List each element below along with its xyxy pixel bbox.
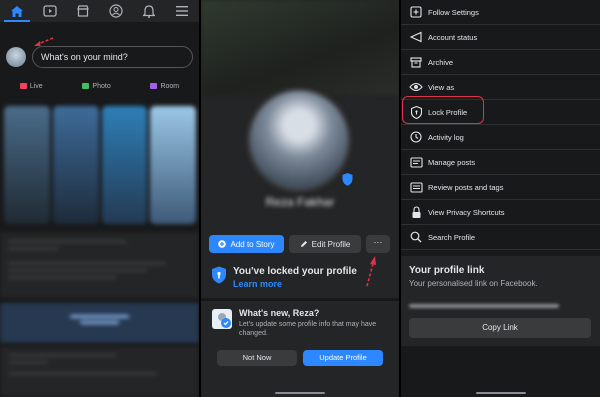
live-button[interactable]: Live	[19, 78, 43, 94]
stories-tray	[4, 106, 196, 224]
pencil-icon	[300, 241, 307, 247]
learn-more-link[interactable]: Learn more	[233, 279, 282, 289]
profile-link-title: Your profile link	[409, 265, 485, 276]
marketplace-icon[interactable]	[72, 2, 94, 20]
avatar[interactable]	[6, 47, 26, 67]
home-icon[interactable]	[6, 2, 28, 20]
story-card[interactable]	[52, 106, 99, 224]
profile-link-subtitle: Your personalised link on Facebook.	[409, 279, 538, 288]
feed-post[interactable]	[0, 232, 199, 298]
home-indicator	[476, 392, 526, 394]
menu-manage-posts[interactable]: Manage posts	[401, 150, 600, 175]
photo-button[interactable]: Photo	[82, 78, 111, 94]
whats-new-title: What's new, Reza?	[239, 308, 320, 318]
profile-icon[interactable]	[105, 2, 127, 20]
promo-banner[interactable]	[0, 303, 199, 343]
profile-settings-panel: Follow Settings Account status Archive V…	[401, 0, 600, 397]
shield-icon	[341, 172, 354, 187]
profile-subtitle	[201, 213, 399, 220]
video-icon[interactable]	[39, 2, 61, 20]
menu-review-posts[interactable]: Review posts and tags	[401, 175, 600, 200]
copy-link-button[interactable]: Copy Link	[409, 318, 591, 338]
locked-profile-notice: You've locked your profile Learn more	[209, 264, 394, 292]
shield-icon	[212, 266, 226, 284]
plus-icon	[218, 240, 227, 248]
feed-post[interactable]	[0, 346, 199, 397]
composer-actions: Live Photo Room	[0, 78, 199, 94]
menu-follow-settings[interactable]: Follow Settings	[401, 0, 600, 25]
home-indicator	[275, 392, 325, 394]
locked-title: You've locked your profile	[233, 266, 357, 277]
live-icon	[19, 83, 27, 89]
review-icon	[409, 181, 423, 193]
menu-privacy-shortcuts[interactable]: View Privacy Shortcuts	[401, 200, 600, 225]
search-icon	[410, 231, 422, 243]
update-profile-button[interactable]: Update Profile	[303, 350, 383, 366]
story-card[interactable]	[150, 106, 196, 224]
profile-picture[interactable]	[247, 88, 351, 192]
lock-icon	[412, 205, 420, 218]
photo-icon	[82, 83, 90, 89]
eye-icon	[409, 82, 423, 92]
whats-new-text: Let's update some profile info that may …	[239, 321, 377, 337]
add-to-story-button[interactable]: Add to Story	[209, 235, 284, 253]
account-status-icon	[410, 31, 422, 43]
status-input[interactable]: What's on your mind?	[32, 46, 193, 68]
profile-update-icon	[212, 309, 232, 329]
story-card[interactable]	[101, 106, 148, 224]
edit-profile-button[interactable]: Edit Profile	[289, 235, 361, 253]
profile-panel: Reza Fakhar Add to Story Edit Profile ··…	[201, 0, 399, 397]
archive-icon	[410, 57, 422, 68]
red-arrow-annotation	[34, 37, 54, 46]
room-icon	[150, 83, 158, 89]
bell-icon[interactable]	[138, 2, 160, 20]
active-tab-indicator	[4, 20, 30, 22]
menu-archive[interactable]: Archive	[401, 50, 600, 75]
red-highlight-annotation	[402, 96, 484, 124]
follow-settings-icon	[410, 6, 422, 18]
menu-icon[interactable]	[171, 2, 193, 20]
menu-account-status[interactable]: Account status	[401, 25, 600, 50]
profile-name: Reza Fakhar	[265, 195, 335, 209]
activity-log-icon	[410, 131, 422, 143]
more-options-button[interactable]: ···	[366, 235, 390, 253]
divider	[201, 298, 399, 301]
menu-search-profile[interactable]: Search Profile	[401, 225, 600, 250]
news-feed-panel: What's on your mind? Live Photo Room	[0, 0, 199, 397]
room-button[interactable]: Room	[150, 78, 179, 94]
not-now-button[interactable]: Not Now	[217, 350, 297, 366]
story-card[interactable]	[4, 106, 50, 224]
top-navigation	[0, 0, 199, 22]
profile-url	[409, 304, 579, 310]
manage-posts-icon	[409, 156, 423, 168]
menu-activity-log[interactable]: Activity log	[401, 125, 600, 150]
cover-photo[interactable]	[201, 0, 399, 95]
